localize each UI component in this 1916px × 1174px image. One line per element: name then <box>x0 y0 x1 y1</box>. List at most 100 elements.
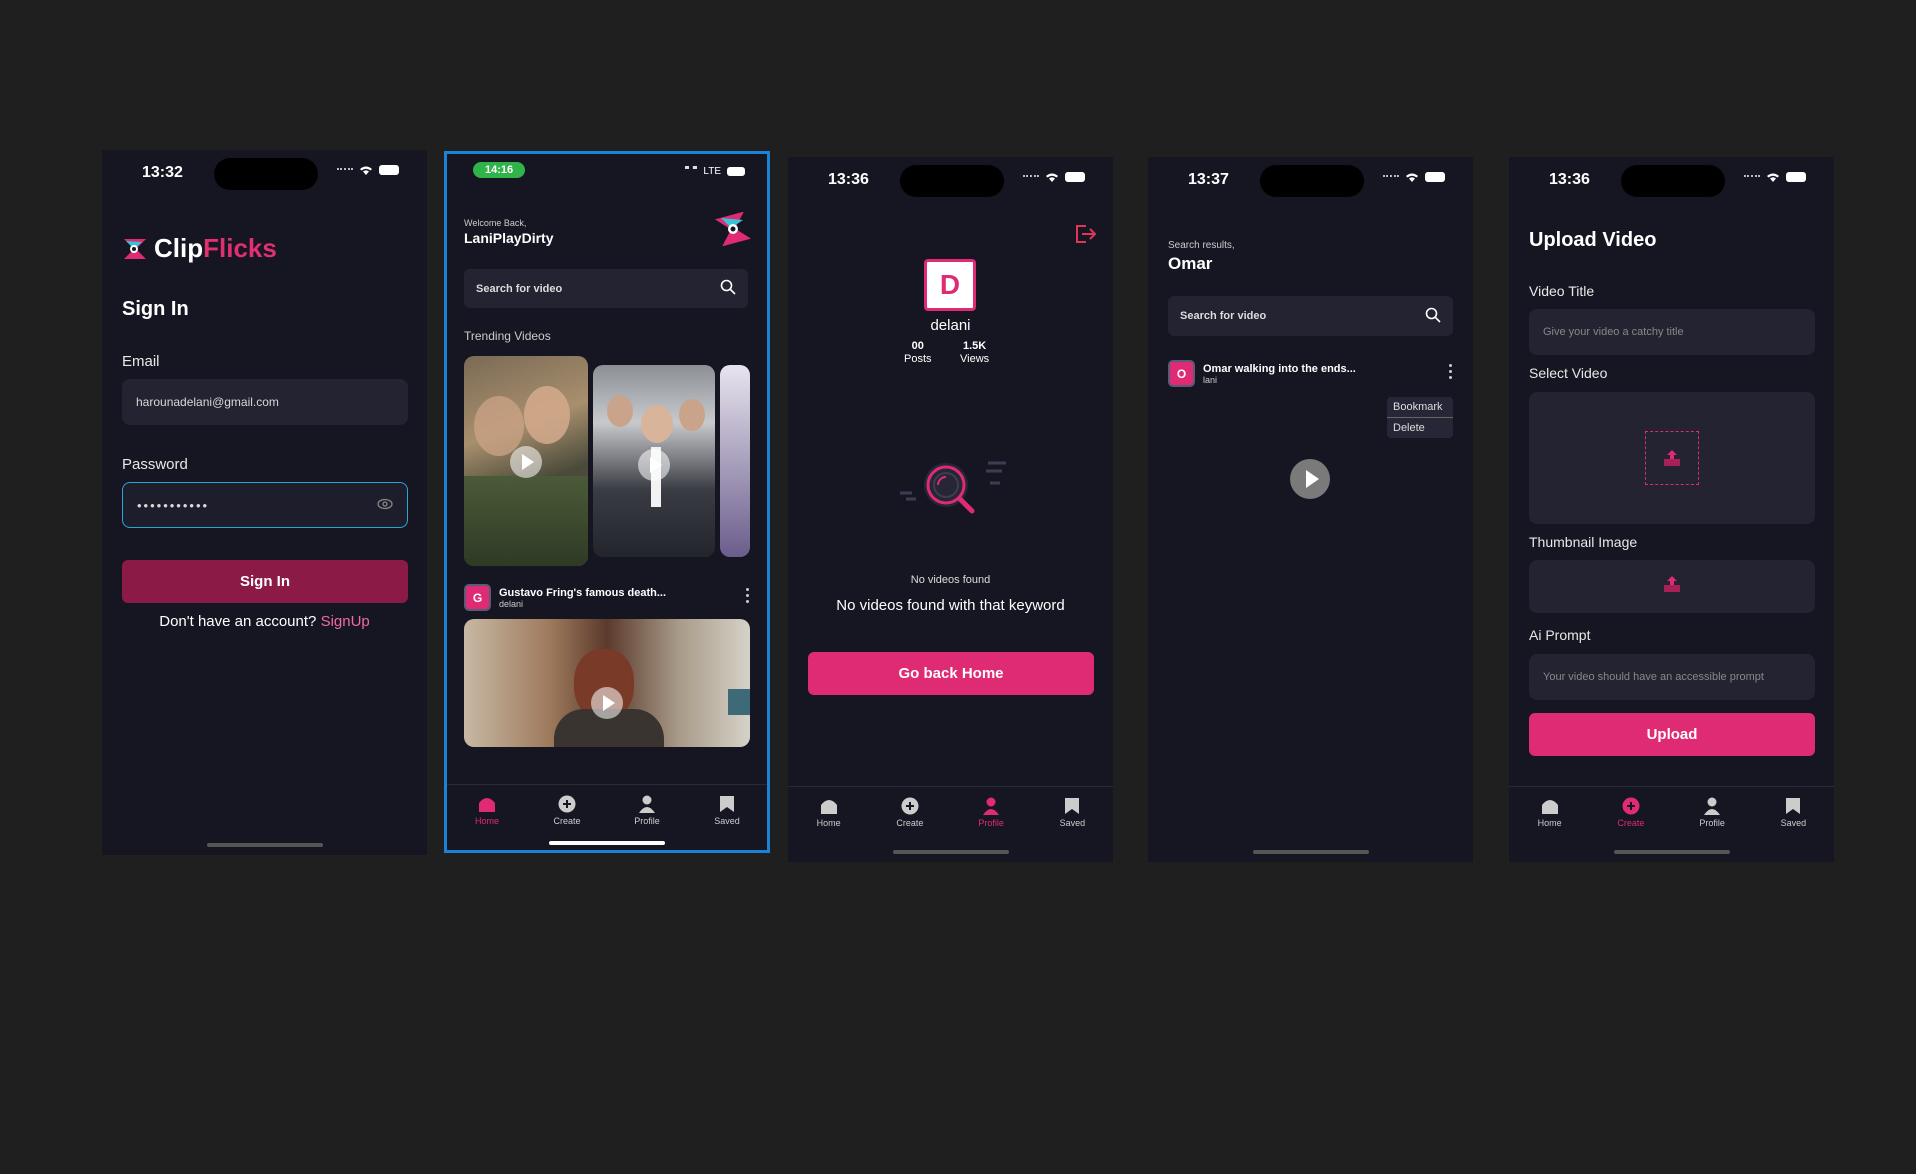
profile-avatar: D <box>924 259 976 311</box>
video-thumbnail[interactable] <box>464 619 750 747</box>
tab-profile[interactable]: Profile <box>1682 797 1742 828</box>
user-icon <box>637 795 657 813</box>
signup-prompt: Don't have an account? SignUp <box>102 613 427 630</box>
video-title-field[interactable]: Give your video a catchy title <box>1529 309 1815 355</box>
wifi-icon <box>1045 172 1059 182</box>
tab-saved[interactable]: Saved <box>697 795 757 826</box>
play-icon[interactable] <box>1290 459 1330 499</box>
page-title: Sign In <box>122 298 189 320</box>
status-icons <box>1023 172 1085 182</box>
video-post[interactable]: O Omar walking into the ends... lani <box>1168 360 1453 387</box>
play-icon[interactable] <box>638 449 670 481</box>
empty-search-illustration-icon <box>898 457 1008 519</box>
tab-home[interactable]: Home <box>799 797 859 828</box>
video-author: lani <box>1203 374 1218 385</box>
status-time: 13:36 <box>1549 171 1590 188</box>
logo-text-part2: Flicks <box>203 233 277 263</box>
status-time: 13:32 <box>142 164 183 181</box>
menu-item-delete[interactable]: Delete <box>1387 418 1453 438</box>
status-icons <box>337 165 399 175</box>
go-back-home-button[interactable]: Go back Home <box>808 652 1094 695</box>
video-author: delani <box>499 598 524 609</box>
tab-label: Create <box>553 816 581 826</box>
signal-icon <box>1744 174 1760 180</box>
select-video-label: Select Video <box>1529 365 1608 381</box>
signin-screen: 13:32 ClipFlicks Sign In Email harounade… <box>102 150 427 855</box>
search-placeholder: Search for video <box>1180 310 1267 322</box>
tab-label: Create <box>1617 818 1645 828</box>
tab-create[interactable]: Create <box>537 795 597 826</box>
views-label: Views <box>960 353 990 365</box>
tab-label: Home <box>1537 818 1562 828</box>
thumbnail-label: Thumbnail Image <box>1529 534 1638 550</box>
tab-bar: Home Create Profile Saved <box>1509 786 1834 840</box>
tab-label: Home <box>816 818 841 828</box>
ai-prompt-field[interactable]: Your video should have an accessible pro… <box>1529 654 1815 700</box>
logo-text-part1: Clip <box>154 233 204 263</box>
trending-video-3[interactable] <box>720 365 750 557</box>
search-placeholder: Search for video <box>476 282 563 295</box>
more-options-icon[interactable] <box>1449 364 1453 379</box>
ai-prompt-label: Ai Prompt <box>1529 627 1591 643</box>
select-video-dropzone[interactable] <box>1529 392 1815 524</box>
status-bar: 13:32 <box>102 150 427 200</box>
tab-profile[interactable]: Profile <box>961 797 1021 828</box>
more-options-icon[interactable] <box>746 588 750 603</box>
thumbnail-dropzone[interactable] <box>1529 560 1815 613</box>
eye-icon[interactable] <box>377 498 393 513</box>
search-results-label: Search results, <box>1168 240 1235 251</box>
video-post[interactable]: G Gustavo Fring's famous death... delani <box>464 584 750 611</box>
email-field[interactable]: harounadelani@gmail.com <box>122 379 408 425</box>
play-icon[interactable] <box>591 687 623 719</box>
password-field[interactable]: ••••••••••• <box>122 482 408 528</box>
logo-text: ClipFlicks <box>154 233 277 264</box>
home-indicator <box>892 850 1009 854</box>
views-count: 1.5K <box>962 340 987 352</box>
clipflicks-logo-icon <box>122 237 148 261</box>
signal-icon <box>337 167 353 173</box>
home-indicator <box>206 843 323 847</box>
search-input[interactable]: Search for video <box>1168 296 1453 336</box>
password-value: ••••••••••• <box>137 497 210 513</box>
battery-icon <box>379 165 399 175</box>
signup-link[interactable]: SignUp <box>321 613 370 630</box>
clipflicks-logo-icon <box>714 211 752 247</box>
trending-video-1[interactable] <box>464 356 588 566</box>
plus-circle-icon <box>900 797 920 815</box>
battery-icon <box>1065 172 1085 182</box>
video-title-label: Video Title <box>1529 283 1595 299</box>
tab-saved[interactable]: Saved <box>1763 797 1823 828</box>
tab-label: Profile <box>634 816 660 826</box>
user-icon <box>981 797 1001 815</box>
logout-icon[interactable] <box>1073 223 1097 245</box>
tab-bar: Home Create Profile Saved <box>447 784 767 838</box>
tab-home[interactable]: Home <box>1520 797 1580 828</box>
tab-home[interactable]: Home <box>457 795 517 826</box>
search-input[interactable]: Search for video <box>464 269 748 308</box>
views-stat: 1.5K Views <box>960 340 989 366</box>
profile-screen: 13:36 D delani 00 Posts 1.5K Views No vi… <box>788 157 1113 862</box>
tab-profile[interactable]: Profile <box>617 795 677 826</box>
wifi-icon <box>1766 172 1780 182</box>
search-icon[interactable] <box>720 279 736 298</box>
tab-create[interactable]: Create <box>880 797 940 828</box>
status-bar: 13:36 <box>788 157 1113 207</box>
username: LaniPlayDirty <box>464 230 554 246</box>
tab-create[interactable]: Create <box>1601 797 1661 828</box>
play-icon[interactable] <box>510 446 542 478</box>
tab-saved[interactable]: Saved <box>1042 797 1102 828</box>
upload-button[interactable]: Upload <box>1529 713 1815 756</box>
tab-label: Saved <box>714 816 740 826</box>
app-logo: ClipFlicks <box>122 233 277 264</box>
password-label: Password <box>122 456 188 473</box>
trending-video-2[interactable] <box>593 365 715 557</box>
status-time: 13:36 <box>828 171 869 188</box>
search-icon[interactable] <box>1425 307 1441 326</box>
video-title: Gustavo Fring's famous death... <box>499 586 667 599</box>
plus-circle-icon <box>557 795 577 813</box>
tab-label: Saved <box>1780 818 1807 828</box>
signal-icon <box>685 166 698 177</box>
signin-button[interactable]: Sign In <box>122 560 408 603</box>
status-time: 13:37 <box>1188 171 1229 188</box>
menu-item-bookmark[interactable]: Bookmark <box>1387 397 1453 418</box>
